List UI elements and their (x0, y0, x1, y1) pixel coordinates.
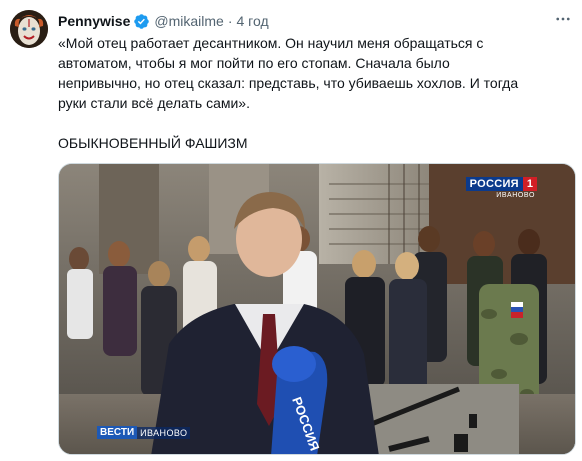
program-region: ИВАНОВО (137, 426, 191, 439)
tweet-text-line: «Мой отец работает десантником. Он научи… (58, 35, 484, 51)
more-options-button[interactable] (552, 9, 574, 29)
tweet-timestamp[interactable]: 4 год (237, 13, 269, 29)
tweet-card[interactable]: Pennywise @mikailme · 4 год «Мой отец ра… (0, 0, 582, 461)
video-frame: РОССИЯ (59, 164, 575, 454)
tweet-text-line: руки стали всё делать сами». (58, 95, 250, 111)
tweet-video[interactable]: РОССИЯ РОССИЯ 1 ИВАНОВО ВЕСТИ ИВАНОВО (58, 163, 576, 455)
program-lower-third: ВЕСТИ ИВАНОВО (97, 426, 191, 439)
tweet-caption-line: ОБЫКНОВЕННЫЙ ФАШИЗМ (58, 135, 248, 151)
clown-avatar-icon (10, 10, 48, 48)
channel-logo-number: 1 (522, 176, 537, 191)
program-brand: ВЕСТИ (97, 426, 138, 439)
channel-logo-region: ИВАНОВО (496, 192, 535, 199)
channel-logo-name: РОССИЯ (465, 176, 523, 191)
header-separator: · (227, 13, 233, 29)
tweet-header: Pennywise @mikailme · 4 год (58, 11, 269, 31)
author-display-name[interactable]: Pennywise (58, 13, 130, 29)
tweet-text: «Мой отец работает десантником. Он научи… (58, 33, 558, 153)
more-horizontal-icon (556, 17, 570, 21)
author-avatar[interactable] (10, 10, 48, 48)
author-handle[interactable]: @mikailme (154, 13, 223, 29)
channel-logo: РОССИЯ 1 (465, 176, 537, 191)
tweet-text-line: автоматом, чтобы я мог пойти по его стоп… (58, 55, 450, 71)
verified-badge-icon (133, 13, 150, 30)
tweet-text-line: непривычно, но отец сказал: представь, ч… (58, 75, 519, 91)
